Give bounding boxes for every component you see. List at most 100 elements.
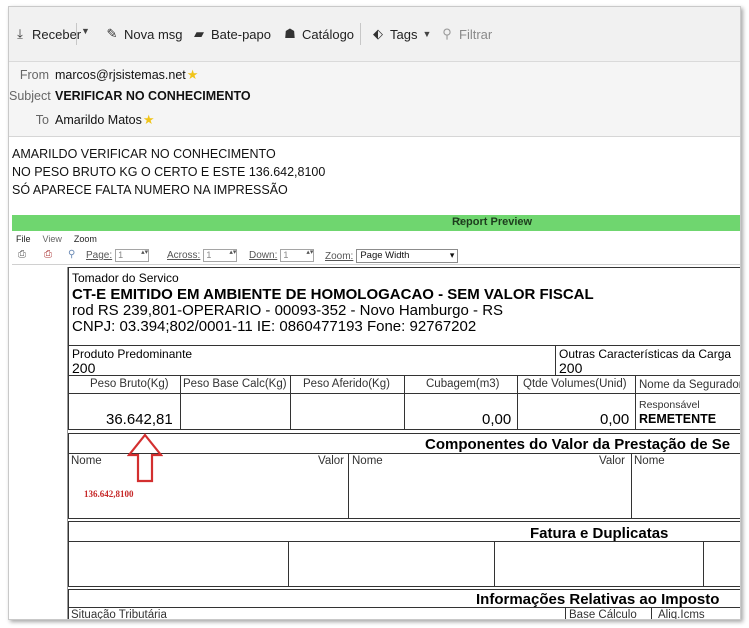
correct-weight-annotation: 136.642,8100: [84, 489, 134, 499]
report-preview-title: Report Preview: [452, 216, 533, 228]
search-icon: ⚲: [442, 26, 452, 41]
report-preview-image: ◇ Report Preview File View Zoom ⎙ ⎙ ⚲ Pa…: [12, 215, 741, 620]
componentes-title: Componentes do Valor da Prestação de Se: [425, 436, 731, 453]
print-icon: ⎙: [18, 249, 26, 260]
to-address[interactable]: Amarildo Matos: [55, 113, 142, 127]
nome-label: Nome: [71, 455, 102, 467]
page-control: Page: 1: [86, 249, 150, 262]
col-divider: [565, 607, 566, 619]
tomador-address: rod RS 239,801-OPERARIO - 00093-352 - No…: [72, 302, 504, 319]
print-setup-icon: ⎙: [44, 249, 52, 260]
produto-divider: [555, 345, 556, 376]
responsavel-value: REMETENTE: [639, 412, 717, 426]
mail-toolbar: ⤓ Receber ▼ ✎ Nova msg ▰ Bate-papo ☗ Cat…: [9, 7, 740, 62]
tags-button[interactable]: ⬖ Tags ▼: [371, 26, 431, 42]
produto-value: 200: [72, 360, 96, 376]
col-divider: [180, 376, 181, 430]
impostos-title: Informações Relativas ao Imposto: [476, 591, 720, 608]
zoom-control: Zoom: Page Width: [325, 249, 459, 263]
menu-zoom: Zoom: [73, 234, 97, 244]
up-arrow-annotation-icon: [127, 433, 163, 483]
impostos-rule: [68, 607, 740, 608]
tomador-cnpj: CNPJ: 03.394;802/0001-11 IE: 0860477193 …: [72, 318, 477, 335]
valor-label: Valor: [599, 455, 625, 467]
nome-label: Nome: [634, 455, 665, 467]
receive-button[interactable]: ⤓ Receber: [13, 26, 81, 42]
col-divider: [290, 376, 291, 430]
produto-label: Produto Predominante: [72, 347, 193, 361]
fatura-title: Fatura e Duplicatas: [530, 525, 669, 542]
outras-value: 200: [559, 360, 583, 376]
across-control: Across: 1: [167, 249, 238, 262]
col-divider: [651, 607, 652, 619]
caret-down-icon: ▼: [81, 26, 90, 36]
col-divider: [288, 541, 289, 587]
report-preview-titlebar: ◇ Report Preview: [12, 215, 740, 231]
from-label: From: [19, 68, 49, 82]
body-line: AMARILDO VERIFICAR NO CONHECIMENTO: [12, 147, 276, 161]
caret-down-icon: ▼: [422, 29, 432, 39]
contact-icon: ☗: [284, 26, 296, 41]
menu-view: View: [42, 234, 62, 244]
outras-label: Outras Características da Carga: [559, 347, 732, 361]
col-peso-base: Peso Base Calc(Kg): [183, 378, 287, 390]
subject-value: VERIFICAR NO CONHECIMENTO: [55, 89, 251, 103]
download-icon: ⤓: [17, 26, 23, 41]
report-page-area: Tomador do Servico CT-E EMITIDO EM AMBIE…: [12, 267, 741, 620]
to-label: To: [35, 113, 49, 127]
chat-icon: ▰: [194, 26, 204, 41]
address-book-button[interactable]: ☗ Catálogo: [283, 26, 354, 42]
menu-file: File: [16, 234, 31, 244]
col-qtde-volumes: Qtde Volumes(Unid): [523, 378, 627, 390]
toolbar-divider: [76, 23, 77, 45]
col-divider: [631, 453, 632, 519]
aliquota-label: Aliq.Icms: [658, 609, 705, 620]
homologacao-warning: CT-E EMITIDO EM AMBIENTE DE HOMOLOGACAO …: [72, 286, 594, 303]
valor-label: Valor: [318, 455, 344, 467]
body-line: SÓ APARECE FALTA NUMERO NA IMPRESSÃO: [12, 183, 288, 197]
from-row: From marcos@rjsistemas.net ★: [9, 67, 199, 83]
nome-label: Nome: [352, 455, 383, 467]
cte-document: Tomador do Servico CT-E EMITIDO EM AMBIE…: [68, 267, 741, 620]
tag-icon: ⬖: [373, 26, 383, 41]
col-seguradora: Nome da Seguradora: [639, 379, 741, 391]
col-peso-aferido: Peso Aferido(Kg): [303, 378, 390, 390]
col-divider: [348, 453, 349, 519]
from-address[interactable]: marcos@rjsistemas.net: [55, 68, 186, 82]
col-peso-bruto: Peso Bruto(Kg): [90, 378, 169, 390]
qtde-value: 0,00: [600, 411, 630, 428]
message-body: AMARILDO VERIFICAR NO CONHECIMENTO NO PE…: [12, 145, 325, 199]
search-icon: ⚲: [68, 249, 76, 260]
col-divider: [517, 376, 518, 430]
situacao-label: Situação Tributária: [71, 609, 167, 620]
report-toolbar: ⎙ ⎙ ⚲ Page: 1 Across: 1 Down: 1 Zoom: Pa…: [12, 245, 740, 265]
filter-button[interactable]: ⚲ Filtrar: [440, 26, 492, 42]
col-divider: [404, 376, 405, 430]
col-divider: [494, 541, 495, 587]
message-header: From marcos@rjsistemas.net ★ Subject VER…: [9, 62, 740, 137]
tomador-label: Tomador do Servico: [72, 271, 179, 285]
chat-button[interactable]: ▰ Bate-papo: [192, 26, 271, 42]
report-menu-bar: File View Zoom: [12, 231, 740, 245]
base-calculo-label: Base Cálculo: [569, 609, 637, 620]
cubagem-value: 0,00: [482, 411, 512, 428]
toolbar-divider: [360, 23, 361, 45]
receive-dropdown-button[interactable]: ▼: [81, 26, 90, 36]
fatura-rule: [68, 541, 740, 542]
star-icon[interactable]: ★: [143, 112, 155, 128]
email-window: ⤓ Receber ▼ ✎ Nova msg ▰ Bate-papo ☗ Cat…: [8, 6, 741, 620]
col-divider: [703, 541, 704, 587]
subject-row: Subject VERIFICAR NO CONHECIMENTO: [9, 89, 251, 103]
responsavel-label: Responsável: [639, 399, 700, 411]
body-line: NO PESO BRUTO KG O CERTO E ESTE 136.642,…: [12, 165, 326, 179]
peso-bruto-value: 36.642,81: [106, 411, 173, 428]
subject-label: Subject: [9, 89, 51, 103]
page-margin: [12, 267, 68, 619]
to-row: To Amarildo Matos ★: [9, 112, 155, 128]
componentes-rule: [68, 453, 740, 454]
new-message-button[interactable]: ✎ Nova msg: [105, 26, 183, 42]
down-control: Down: 1: [249, 249, 315, 262]
star-icon[interactable]: ★: [187, 67, 199, 83]
col-divider: [635, 376, 636, 430]
pencil-icon: ✎: [106, 26, 118, 41]
